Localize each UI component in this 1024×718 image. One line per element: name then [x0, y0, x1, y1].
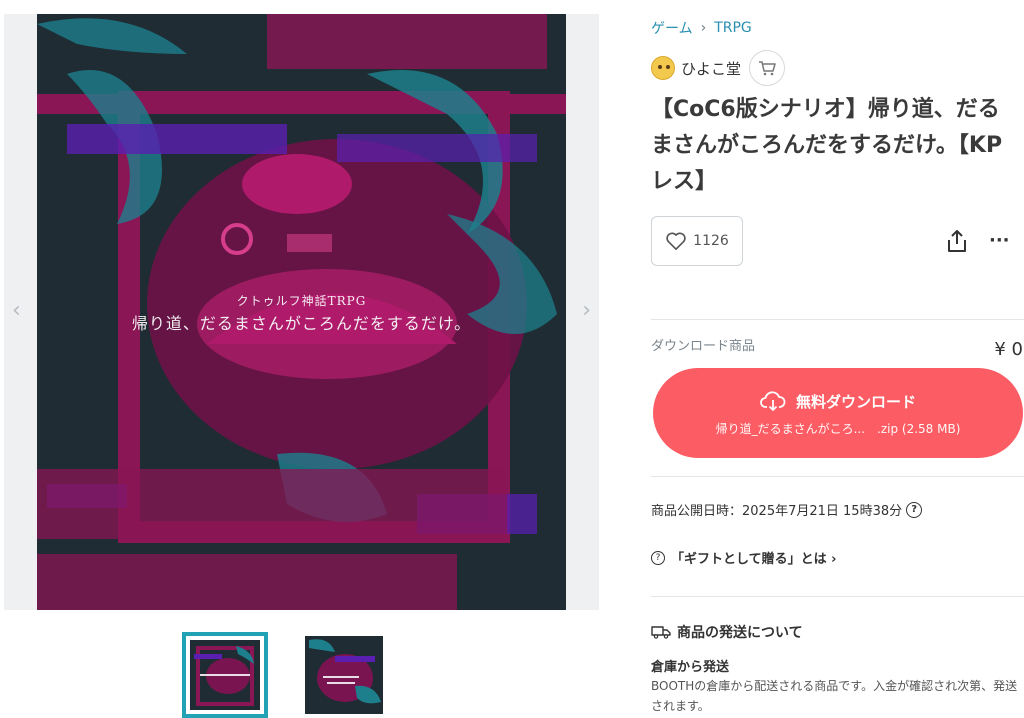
share-button[interactable]: [945, 228, 969, 254]
share-icon: [948, 230, 966, 252]
heart-icon: [666, 232, 686, 250]
truck-icon: [651, 626, 671, 639]
download-product-label: ダウンロード商品: [651, 339, 756, 354]
breadcrumb-trpg[interactable]: TRPG: [714, 20, 752, 36]
shipping-heading: 商品の発送について: [651, 622, 803, 642]
shipping-method: 倉庫から発送: [651, 660, 730, 675]
gift-info-link[interactable]: ? 「ギフトとして贈る」とは ›: [651, 548, 837, 567]
gallery-next-button[interactable]: ›: [582, 298, 591, 323]
thumbnail-1[interactable]: [182, 632, 268, 718]
download-product-row: ダウンロード商品 ¥ 0: [651, 335, 1023, 360]
help-icon[interactable]: ?: [906, 501, 923, 518]
free-download-button[interactable]: 無料ダウンロード 帰り道_だるまさんがころ... .zip (2.58 MB): [653, 368, 1023, 458]
thumbnail-2[interactable]: [305, 636, 383, 714]
published-date-text: 商品公開日時：2025年7月21日 15時38分: [651, 504, 903, 519]
more-options-button[interactable]: ···: [989, 228, 1011, 254]
like-button[interactable]: 1126: [651, 216, 743, 266]
breadcrumb-game[interactable]: ゲーム: [651, 18, 693, 38]
breadcrumb-separator: ›: [700, 20, 707, 36]
gift-info-text: 「ギフトとして贈る」とは ›: [671, 552, 837, 567]
artwork-subtitle: クトゥルフ神話TRPG: [236, 294, 367, 308]
shipping-description: BOOTHの倉庫から配送される商品です。入金が確認され次第、発送されます。: [651, 679, 1018, 713]
free-download-label: 無料ダウンロード: [795, 392, 916, 411]
cart-icon: [759, 61, 776, 76]
shop-info: ひよこ堂: [651, 50, 786, 86]
product-title: 【CoC6版シナリオ】帰り道、だるまさんがころんだをするだけ。【KPレス】: [651, 97, 1003, 194]
free-download-main: 無料ダウンロード: [653, 390, 1023, 412]
thumbnail-list: [182, 632, 383, 718]
divider: [651, 476, 1024, 477]
shop-avatar[interactable]: [651, 56, 675, 80]
question-icon: ?: [651, 550, 665, 565]
breadcrumb: ゲーム › TRPG: [651, 18, 752, 38]
divider: [651, 319, 1024, 320]
thumbnail-1-image: [190, 640, 260, 710]
main-product-image[interactable]: クトゥルフ神話TRPG 帰り道、だるまさんがころんだをするだけ。: [37, 14, 566, 610]
artwork-title: 帰り道、だるまさんがころんだをするだけ。: [131, 314, 472, 333]
product-gallery: クトゥルフ神話TRPG 帰り道、だるまさんがころんだをするだけ。 ‹ ›: [4, 14, 599, 610]
divider: [651, 596, 1024, 597]
shipping-heading-text: 商品の発送について: [677, 625, 803, 641]
product-price: ¥ 0: [994, 339, 1023, 360]
shop-cart-button[interactable]: [749, 50, 786, 86]
cloud-download-icon: [760, 391, 786, 411]
shop-name[interactable]: ひよこ堂: [681, 58, 741, 79]
like-count: 1126: [693, 233, 729, 249]
gallery-prev-button[interactable]: ‹: [12, 298, 21, 323]
download-file-label: 帰り道_だるまさんがころ... .zip (2.58 MB): [715, 422, 961, 436]
thumbnail-2-image: [305, 636, 383, 714]
published-date: 商品公開日時：2025年7月21日 15時38分 ?: [651, 500, 923, 519]
